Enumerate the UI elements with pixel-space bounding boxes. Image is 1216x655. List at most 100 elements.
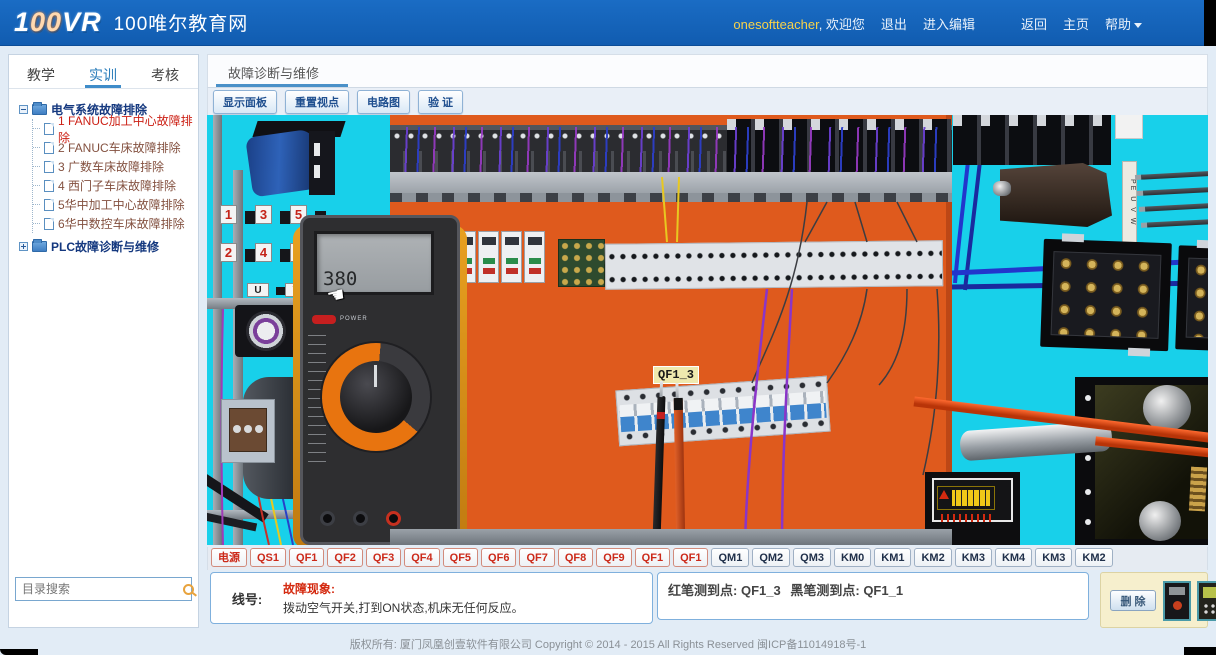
btn-qf3[interactable]: QF3 <box>366 548 401 567</box>
relay-row-right[interactable] <box>953 115 1111 165</box>
cooling-fan[interactable] <box>235 305 297 357</box>
tree-root-plc[interactable]: PLC故障诊断与维修 <box>19 236 194 256</box>
multimeter-tool-thumb[interactable] <box>1163 581 1191 621</box>
terminal-plate <box>1051 251 1162 339</box>
btn-qf1c[interactable]: QF1 <box>673 548 708 567</box>
probe-tip <box>675 383 678 399</box>
catalog-search <box>15 577 192 601</box>
tab-teaching[interactable]: 教学 <box>23 65 59 88</box>
wire-dark <box>897 202 917 242</box>
warning-icon <box>939 490 949 499</box>
power-terminal-block[interactable] <box>1040 239 1172 351</box>
btn-qf9[interactable]: QF9 <box>596 548 631 567</box>
tab-fault-diagnosis[interactable]: 故障诊断与维修 <box>228 63 319 82</box>
btn-km2[interactable]: KM2 <box>914 548 951 567</box>
port-vohm[interactable] <box>386 511 401 526</box>
home-link[interactable]: 主页 <box>1063 14 1089 33</box>
btn-km4[interactable]: KM4 <box>995 548 1032 567</box>
drive-slot <box>314 143 320 156</box>
sidebar-tabs: 教学 实训 考核 <box>9 55 198 89</box>
circuit-diagram-button[interactable]: 电路图 <box>357 90 410 114</box>
btn-qf1[interactable]: QF1 <box>289 548 324 567</box>
search-icon[interactable] <box>183 584 194 595</box>
multimeter[interactable]: 380 POWER <box>300 215 460 545</box>
cylinder <box>1143 385 1191 431</box>
help-link[interactable]: 帮助 <box>1105 14 1142 33</box>
folder-open-icon <box>32 104 47 115</box>
terminal-label: PE U V W <box>1122 161 1137 245</box>
power-terminal-block[interactable] <box>1175 245 1208 352</box>
port-com[interactable] <box>353 511 368 526</box>
btn-km0[interactable]: KM0 <box>834 548 871 567</box>
btn-km1[interactable]: KM1 <box>874 548 911 567</box>
tree-item-huazhong-cnc[interactable]: 6华中数控车床故障排除 <box>33 214 194 233</box>
tree-item-gsk-lathe[interactable]: 3 广数车床故障排除 <box>33 157 194 176</box>
site-name: 100唯尔教育网 <box>114 9 249 36</box>
show-panel-button[interactable]: 显示面板 <box>213 90 277 114</box>
enter-edit-link[interactable]: 进入编辑 <box>923 14 975 33</box>
delete-button[interactable]: 删 除 <box>1110 590 1156 611</box>
btn-qf4[interactable]: QF4 <box>404 548 439 567</box>
red-pen-label: 红笔测到点: <box>668 583 737 598</box>
help-label: 帮助 <box>1105 17 1131 32</box>
simulation-viewport[interactable]: QF1_3 <box>207 115 1208 545</box>
wire-dark <box>879 289 907 385</box>
tab-assessment[interactable]: 考核 <box>147 65 183 88</box>
port[interactable] <box>320 511 335 526</box>
tree-item-label: 6华中数控车床故障排除 <box>58 215 185 232</box>
tree-item-huazhong-machining[interactable]: 5华中加工中心故障排除 <box>33 195 194 214</box>
power-button[interactable] <box>312 315 336 324</box>
btn-qf1b[interactable]: QF1 <box>635 548 670 567</box>
servo-drive-blue[interactable] <box>247 121 343 201</box>
file-icon <box>44 218 54 230</box>
btn-qm1[interactable]: QM1 <box>711 548 749 567</box>
tree-item-fanuc-machining[interactable]: 1 FANUC加工中心故障排除 <box>33 119 194 138</box>
transformer-wires <box>941 514 991 522</box>
probe-status-panel: 红笔测到点: QF1_3 黑笔测到点: QF1_1 <box>657 572 1089 620</box>
username-welcome: onesoftteacher, 欢迎您 <box>733 14 865 33</box>
power-label: POWER <box>340 316 368 322</box>
terminal-box-inner <box>229 408 267 452</box>
probe-cap <box>674 398 683 410</box>
servo-motor[interactable] <box>1000 163 1112 227</box>
btn-qm2[interactable]: QM2 <box>752 548 790 567</box>
active-tab-underline <box>216 84 348 87</box>
btn-power[interactable]: 电源 <box>211 548 247 567</box>
machine-assembly[interactable] <box>1075 377 1208 545</box>
wire-dark <box>827 289 867 383</box>
btn-qf6[interactable]: QF6 <box>481 548 516 567</box>
tree-item-siemens-lathe[interactable]: 4 西门子车床故障排除 <box>33 176 194 195</box>
btn-qf2[interactable]: QF2 <box>327 548 362 567</box>
collapse-icon[interactable] <box>19 105 28 114</box>
wire-tag: 4 <box>255 243 272 262</box>
wire-dark <box>923 289 939 475</box>
reset-view-button[interactable]: 重置视点 <box>285 90 349 114</box>
tree-root-label: PLC故障诊断与维修 <box>51 238 159 255</box>
search-input[interactable] <box>16 582 183 596</box>
btn-qs1[interactable]: QS1 <box>250 548 286 567</box>
verify-button[interactable]: 验 证 <box>418 90 463 114</box>
motor-terminal-box[interactable] <box>221 399 275 463</box>
site-logo[interactable]: 100VR <box>14 7 102 38</box>
black-pen-label: 黑笔测到点: <box>790 583 859 598</box>
wire-tag: 3 <box>255 205 272 224</box>
btn-qf5[interactable]: QF5 <box>443 548 478 567</box>
logout-link[interactable]: 退出 <box>881 14 907 33</box>
wire-yellow <box>677 177 679 242</box>
tab-training[interactable]: 实训 <box>85 65 121 88</box>
rotary-dial[interactable] <box>340 361 412 433</box>
tree-item-fanuc-lathe[interactable]: 2 FANUC车床故障排除 <box>33 138 194 157</box>
btn-qm3[interactable]: QM3 <box>793 548 831 567</box>
back-link[interactable]: 返回 <box>1021 14 1047 33</box>
header-right: onesoftteacher, 欢迎您 退出 进入编辑 返回 主页 帮助 <box>733 0 1142 46</box>
probe-ports <box>320 505 440 531</box>
btn-km3[interactable]: KM3 <box>955 548 992 567</box>
expand-icon[interactable] <box>19 242 28 251</box>
btn-qf7[interactable]: QF7 <box>519 548 554 567</box>
btn-km2b[interactable]: KM2 <box>1075 548 1112 567</box>
fault-description: 拨动空气开关,打到ON状态,机床无任何反应。 <box>283 599 524 616</box>
btn-qf8[interactable]: QF8 <box>558 548 593 567</box>
btn-km3b[interactable]: KM3 <box>1035 548 1072 567</box>
terminal-screw <box>244 425 252 433</box>
tester-tool-thumb[interactable] <box>1197 581 1216 621</box>
